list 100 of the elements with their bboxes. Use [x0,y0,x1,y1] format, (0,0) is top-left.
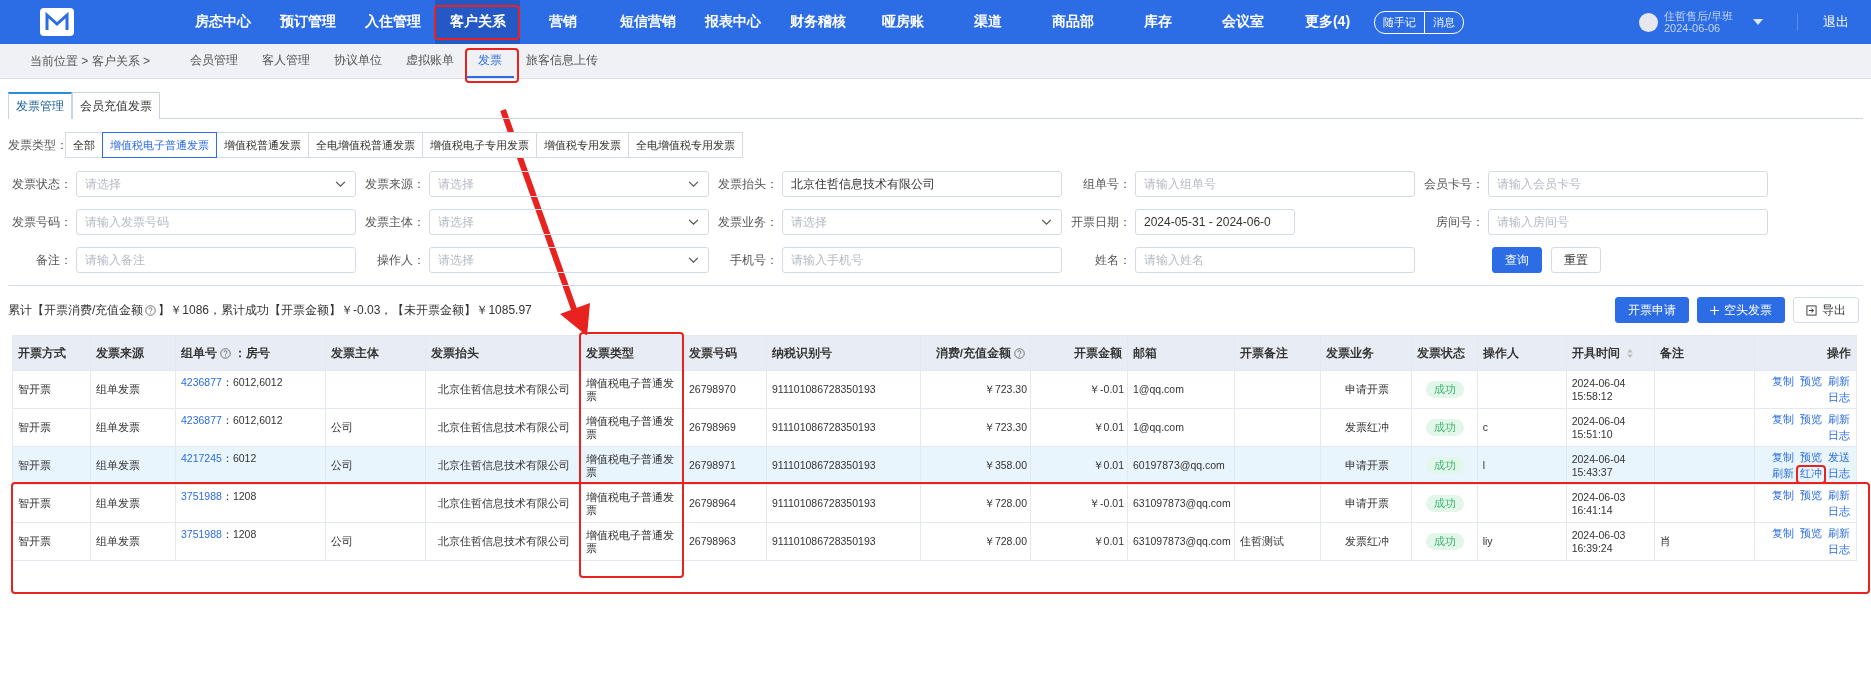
sub-nav-tab[interactable]: 会员管理 [178,44,250,78]
nav-tab[interactable]: 会议室 [1200,0,1285,44]
action-link[interactable]: 复制 [1771,489,1794,502]
nav-tab[interactable]: 渠道 [945,0,1030,44]
action-link[interactable]: 复制 [1771,451,1794,464]
table-row[interactable]: 智开票 组单发票 4217245：6012 公司 北京住哲信息技术有限公司 增值税电子普通发票 26798971 911101086728350193 ￥358.00 ￥0.01 60197873@qq.com 申请开票 成功 l 2024-06-04 15:43:37 复制 预览 发送 刷新 红冲 日志 [12,446,1857,485]
caret-icon[interactable] [1753,19,1763,25]
input-field[interactable]: 请输入姓名 [1135,247,1415,273]
column-header: 发票状态 [1416,346,1465,360]
page-tab[interactable]: 会员充值发票 [72,92,160,119]
nav-tab[interactable]: 报表中心 [690,0,775,44]
action-link[interactable]: 发送 [1827,451,1850,464]
status-badge: 成功 [1426,495,1465,512]
nav-tab[interactable]: 财务稽核 [775,0,860,44]
action-link[interactable]: 预览 [1799,489,1822,502]
column-header: ：房号 [234,346,270,360]
action-link[interactable]: 复制 [1771,527,1794,540]
input-field[interactable]: 请输入发票号码 [76,209,356,235]
apply-invoice-button[interactable]: 开票申请 [1615,297,1689,323]
summary-text: 累计【开票消费/充值金额 [8,301,144,319]
nav-tab[interactable]: 房态中心 [180,0,265,44]
cell-text: 911101086728350193 [772,535,876,547]
sub-nav-tab[interactable]: 虚拟账单 [394,44,466,78]
action-link[interactable]: 预览 [1799,375,1822,388]
nav-tab[interactable]: 营销 [520,0,605,44]
select-field[interactable]: 请选择 [782,209,1062,235]
action-link[interactable]: 复制 [1771,413,1794,426]
action-link[interactable]: 刷新 [1827,375,1850,388]
action-link[interactable]: 日志 [1827,467,1850,480]
nav-tab[interactable]: 短信营销 [605,0,690,44]
order-link[interactable]: 4217245 [181,452,222,464]
action-link[interactable]: 刷新 [1827,413,1850,426]
action-link[interactable]: 刷新 [1827,527,1850,540]
table-row[interactable]: 智开票 组单发票 4236877：6012,6012 北京住哲信息技术有限公司 增值税电子普通发票 26798970 911101086728350193 ￥723.30 ￥-0.01 1@qq.com 申请开票 成功 2024-06-04 15:58:12 复制 预览 刷新 日志 [12,370,1857,409]
help-icon [145,304,157,316]
action-link[interactable]: 预览 [1799,413,1822,426]
order-link[interactable]: 3751988 [181,490,222,502]
page-tab[interactable]: 发票管理 [8,92,72,119]
invoice-type-option[interactable]: 全电增值税专用发票 [628,132,743,158]
order-link[interactable]: 3751988 [181,528,222,540]
invoice-type-option[interactable]: 全电增值税普通发票 [308,132,423,158]
logout-link[interactable]: 退出 [1797,13,1849,31]
nav-tab[interactable]: 商品部 [1030,0,1115,44]
table-row[interactable]: 智开票 组单发票 3751988：1208 北京住哲信息技术有限公司 增值税电子普通发票 26798964 911101086728350193 ￥728.00 ￥-0.01 631097873@qq.com 申请开票 成功 2024-06-03 16:41:14 复制 预览 刷新 日志 [12,484,1857,523]
action-link[interactable]: 预览 [1799,527,1822,540]
search-button[interactable]: 查询 [1492,247,1542,273]
cell-text: 智开票 [18,459,51,471]
nav-tab[interactable]: 预订管理 [265,0,350,44]
nav-tab[interactable]: 入住管理 [350,0,435,44]
select-field[interactable]: 请选择 [429,209,709,235]
reset-button[interactable]: 重置 [1551,247,1601,273]
avatar-icon[interactable] [1638,12,1658,32]
quick-button[interactable]: 随手记 [1375,11,1424,33]
date-range-field[interactable]: 2024-05-31 - 2024-06-0 [1135,209,1295,235]
invoice-type-option[interactable]: 增值税电子普通发票 [102,132,217,158]
sub-nav-tab[interactable]: 发票 [466,44,514,78]
column-header: 备注 [1659,346,1684,360]
input-field[interactable]: 请输入房间号 [1488,209,1768,235]
order-link[interactable]: 4236877 [181,414,222,426]
cell-text: 631097873@qq.com [1133,497,1231,509]
status-badge: 成功 [1426,381,1465,398]
nav-tab[interactable]: 库存 [1115,0,1200,44]
invoice-type-option[interactable]: 增值税电子专用发票 [422,132,537,158]
action-link[interactable]: 日志 [1827,543,1850,556]
column-header: 发票抬头 [431,346,479,360]
chevron-down-icon [688,181,699,188]
invoice-type-option[interactable]: 增值税普通发票 [216,132,309,158]
input-field[interactable]: 请输入会员卡号 [1488,171,1768,197]
input-field[interactable]: 北京住哲信息技术有限公司 [782,171,1062,197]
action-link[interactable]: 刷新 [1827,489,1850,502]
select-field[interactable]: 请选择 [429,171,709,197]
invoice-type-option[interactable]: 增值税专用发票 [536,132,629,158]
sub-nav-tab[interactable]: 旅客信息上传 [514,44,610,78]
action-link[interactable]: 预览 [1799,451,1822,464]
action-link[interactable]: 复制 [1771,375,1794,388]
select-field[interactable]: 请选择 [76,171,356,197]
input-field[interactable]: 请输入手机号 [782,247,1062,273]
column-header: 操作 [1826,346,1851,360]
action-link[interactable]: 日志 [1827,429,1850,442]
order-link[interactable]: 4236877 [181,376,222,388]
action-link[interactable]: 刷新 [1771,467,1794,480]
cell-text: 申请开票 [1344,497,1389,509]
select-field[interactable]: 请选择 [429,247,709,273]
invoice-type-option[interactable]: 全部 [65,132,103,158]
action-link[interactable]: 日志 [1827,391,1850,404]
input-field[interactable]: 请输入组单号 [1135,171,1415,197]
input-field[interactable]: 请输入备注 [76,247,356,273]
sub-nav-tab[interactable]: 协议单位 [322,44,394,78]
action-link[interactable]: 红冲 [1799,467,1822,480]
cell-text: 26798970 [689,383,736,395]
annotation-frame [465,48,519,83]
nav-tab[interactable]: 哑房账 [860,0,945,44]
quick-button[interactable]: 消息 [1424,11,1463,33]
table-row[interactable]: 智开票 组单发票 3751988：1208 公司 北京住哲信息技术有限公司 增值税电子普通发票 26798963 911101086728350193 ￥728.00 ￥0.01 631097873@qq.com 住哲测试 发票红冲 成功 liy 2024-06-03 16:39:24 肖 复制 预览 刷新 日志 [12,522,1857,561]
sub-nav-tab[interactable]: 客人管理 [250,44,322,78]
table-row[interactable]: 智开票 组单发票 4236877：6012,6012 公司 北京住哲信息技术有限公司 增值税电子普通发票 26798969 911101086728350193 ￥723.30 ￥0.01 1@qq.com 发票红冲 成功 c 2024-06-04 15:51:10 复制 预览 刷新 日志 [12,408,1857,447]
action-link[interactable]: 日志 [1827,505,1850,518]
export-button[interactable]: 导出 [1793,297,1859,323]
blank-invoice-button[interactable]: 空头发票 [1697,297,1785,323]
nav-tab[interactable]: 更多(4) [1285,0,1370,44]
